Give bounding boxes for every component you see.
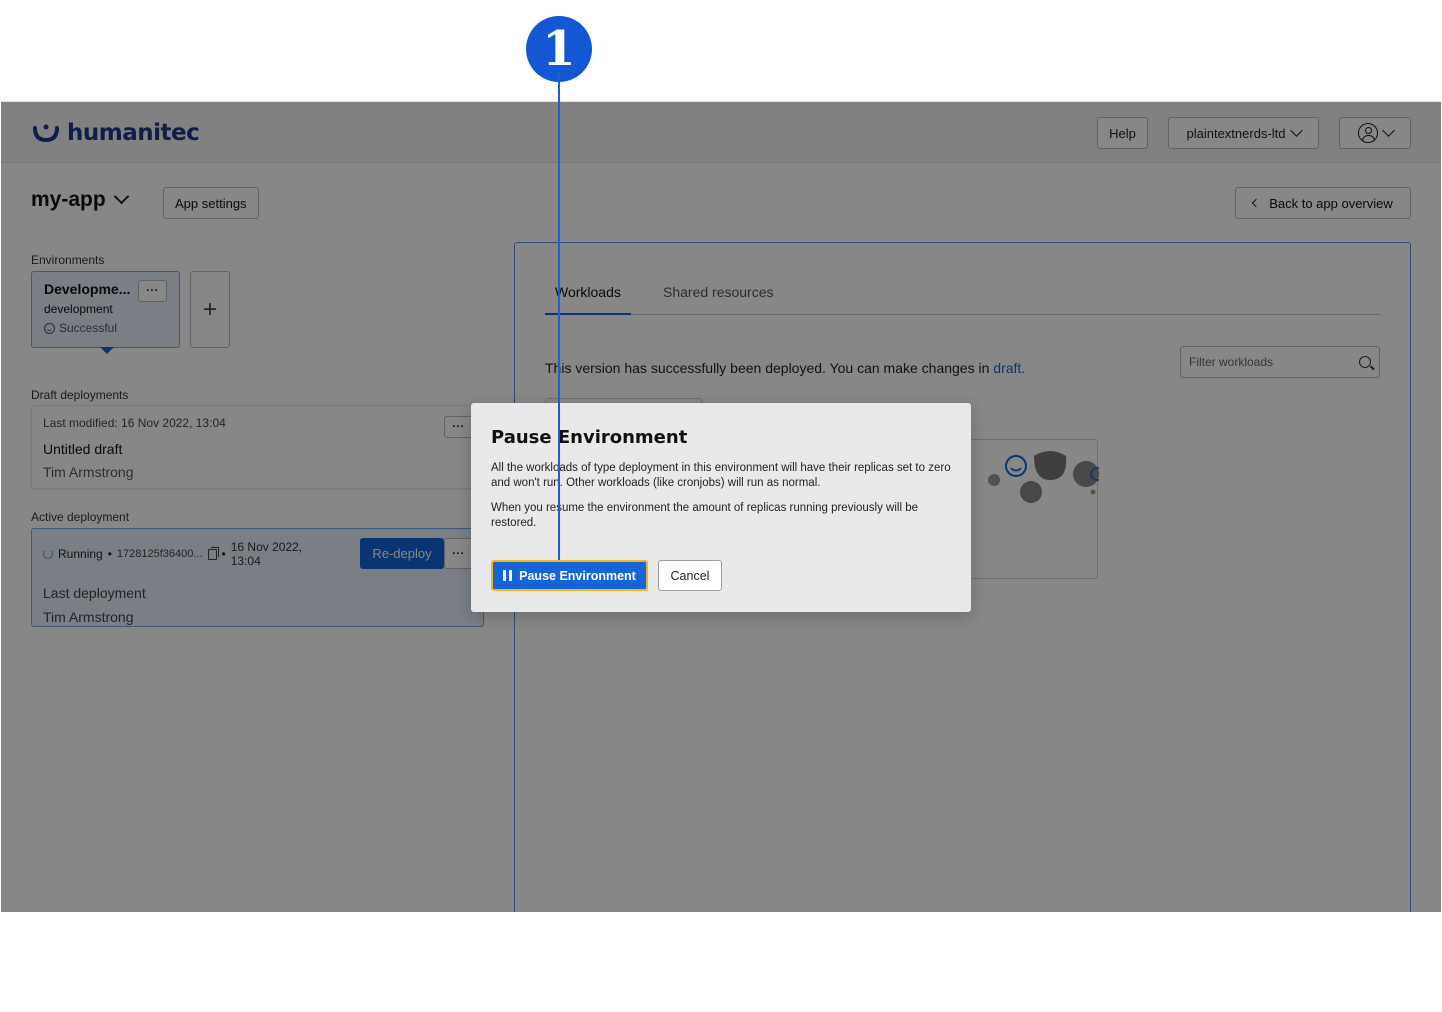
dialog-paragraph-2: When you resume the environment the amou…: [491, 502, 918, 529]
pause-icon: [503, 570, 513, 581]
pause-environment-button[interactable]: Pause Environment: [491, 560, 648, 591]
dialog-paragraph-1: All the workloads of type deployment in …: [491, 462, 951, 489]
annotation-line: [558, 70, 560, 560]
dialog-title: Pause Environment: [491, 427, 688, 448]
pause-button-label: Pause Environment: [519, 568, 636, 583]
cancel-button[interactable]: Cancel: [658, 560, 722, 591]
cancel-label: Cancel: [670, 568, 710, 583]
pause-environment-dialog: Pause Environment All the workloads of t…: [471, 403, 971, 612]
dialog-actions: Pause Environment Cancel: [491, 560, 722, 591]
